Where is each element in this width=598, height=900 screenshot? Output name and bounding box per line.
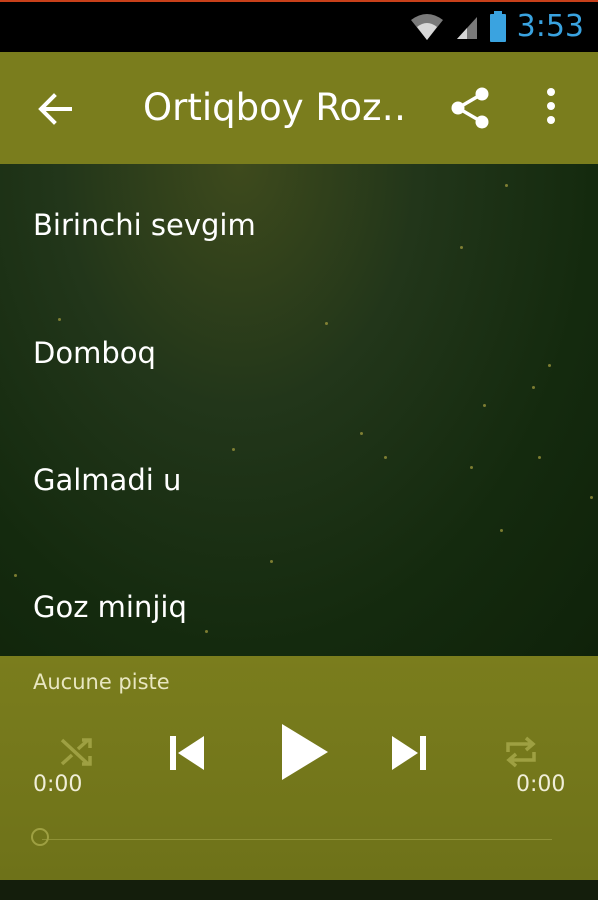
player-panel: Aucune piste 0:00 0:00	[0, 656, 598, 880]
status-bar: 3:53	[0, 0, 598, 52]
duration-time: 0:00	[516, 772, 566, 797]
shuffle-icon[interactable]	[58, 734, 96, 770]
skip-next-icon[interactable]	[388, 732, 430, 774]
signal-icon	[456, 17, 477, 39]
skip-previous-icon[interactable]	[166, 732, 208, 774]
more-vert-icon[interactable]	[538, 86, 564, 130]
clock: 3:53	[516, 9, 584, 44]
status-icons: 3:53	[409, 2, 584, 52]
list-item[interactable]: Galmadi u	[33, 463, 181, 497]
elapsed-time: 0:00	[33, 772, 83, 797]
track-list: Birinchi sevgim Domboq Galmadi u Goz min…	[0, 164, 598, 656]
now-playing-label: Aucune piste	[33, 670, 170, 694]
app-bar: Ortiqboy Roz…	[0, 52, 598, 164]
wifi-icon	[410, 14, 443, 40]
page-title: Ortiqboy Roz…	[143, 86, 403, 129]
seek-thumb[interactable]	[31, 828, 49, 846]
list-item[interactable]: Domboq	[33, 336, 156, 370]
list-item[interactable]: Goz minjiq	[33, 590, 187, 624]
share-icon[interactable]	[448, 86, 492, 130]
repeat-icon[interactable]	[502, 732, 540, 772]
arrow-back-icon[interactable]	[30, 84, 80, 134]
bottom-edge	[0, 880, 598, 900]
battery-icon	[489, 11, 506, 42]
play-icon[interactable]	[280, 722, 330, 782]
seek-bar[interactable]	[42, 839, 552, 840]
list-item[interactable]: Birinchi sevgim	[33, 208, 256, 242]
